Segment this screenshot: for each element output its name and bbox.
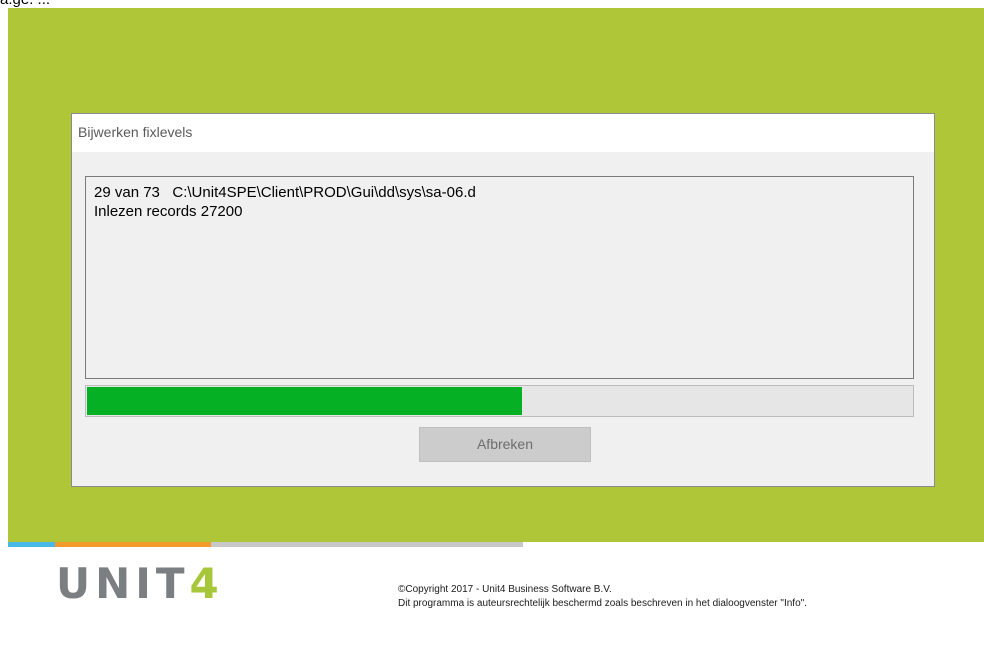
unit4-logo: UNIT4 <box>56 563 224 605</box>
log-line-records: Inlezen records 27200 <box>94 203 243 220</box>
dialog-titlebar[interactable]: Bijwerken fixlevels <box>72 114 934 152</box>
dialog-title: Bijwerken fixlevels <box>78 124 193 140</box>
logo-text: UNIT <box>56 559 190 608</box>
progress-bar <box>85 385 914 417</box>
update-fixlevels-dialog: Bijwerken fixlevels 29 van 73 C:\Unit4SP… <box>71 113 935 487</box>
log-line-progress: 29 van 73 C:\Unit4SPE\Client\PROD\Gui\dd… <box>94 184 476 201</box>
logo-digit: 4 <box>189 559 224 608</box>
top-strip-text: a.ge. ... <box>0 0 50 8</box>
copyright-line-1: ©Copyright 2017 - Unit4 Business Softwar… <box>398 584 612 595</box>
progress-bar-fill <box>87 387 522 415</box>
cancel-button[interactable]: Afbreken <box>419 427 591 462</box>
log-output-box: 29 van 73 C:\Unit4SPE\Client\PROD\Gui\dd… <box>85 176 914 379</box>
top-strip: a.ge. ... <box>0 0 984 8</box>
copyright-line-2: Dit programma is auteursrechtelijk besch… <box>398 598 807 609</box>
copyright-notice: ©Copyright 2017 - Unit4 Business Softwar… <box>398 583 807 611</box>
